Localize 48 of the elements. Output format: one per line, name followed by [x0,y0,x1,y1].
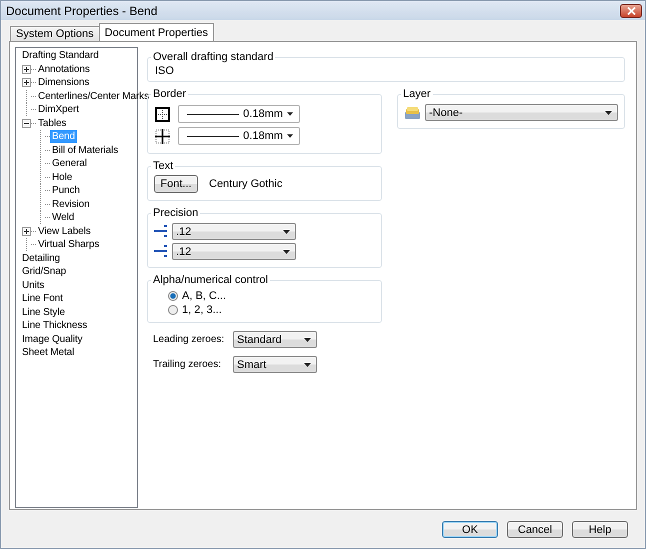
tree-item[interactable]: Grid/Snap [20,265,68,278]
window-title: Document Properties - Bend [6,4,158,18]
group-title: Precision [152,207,200,219]
tree-item[interactable]: Drafting Standard [20,49,101,62]
precision-dropdown[interactable]: .12 [172,243,296,260]
tree-item[interactable]: Image Quality [20,332,84,346]
tree-item[interactable]: Dimensions [36,76,92,90]
tree-item[interactable]: Annotations [36,62,92,76]
precision-dropdown[interactable]: .12 [172,223,296,240]
tree-item[interactable]: DimXpert [36,103,81,116]
tree-item[interactable]: Line Thickness [20,319,90,332]
tab[interactable]: System Options [10,26,100,41]
tree-item[interactable]: Virtual Sharps [36,238,102,252]
field-label: Trailing zeroes: [153,359,222,370]
tab[interactable]: Document Properties [98,23,214,41]
zeroes-dropdown[interactable]: Smart [233,356,317,373]
layer-dropdown[interactable]: -None- [425,104,618,121]
dialog-button[interactable]: Cancel [507,521,563,538]
tree-item[interactable]: View Labels [36,224,93,238]
tree-item[interactable]: Detailing [20,252,62,265]
tree-item[interactable]: General [50,157,89,170]
dialog-button[interactable]: OK [442,521,498,538]
tree-item[interactable]: Bill of Materials [50,144,120,157]
tree-item[interactable]: Units [20,278,46,292]
group-title: Alpha/numerical control [152,274,269,286]
group-title: Layer [402,88,432,100]
radio-label: 1, 2, 3... [182,304,222,316]
group-title: Overall drafting standard [152,51,274,63]
tree-item[interactable]: Line Font [20,292,65,306]
tree-item[interactable]: Hole [50,170,74,184]
font-name: Century Gothic [209,178,282,190]
tree-item[interactable]: Weld [50,211,76,224]
font-button[interactable]: Font... [154,175,198,193]
tree-item[interactable]: Centerlines/Center Marks [36,90,151,103]
line-weight-dropdown[interactable]: 0.18mm [178,105,300,123]
dialog-button[interactable]: Help [572,521,628,538]
tree-item[interactable]: Punch [50,184,82,198]
tree-item[interactable]: Tables [36,116,68,130]
tree-item[interactable]: Revision [50,198,92,211]
group-title: Border [152,88,188,100]
radio-label: A, B, C... [182,290,226,302]
standard-value: ISO [154,65,175,77]
line-weight-dropdown[interactable]: 0.18mm [178,127,300,145]
group-title: Text [152,160,174,172]
tree-item[interactable]: Sheet Metal [20,346,76,360]
field-label: Leading zeroes: [153,334,226,345]
zeroes-dropdown[interactable]: Standard [233,331,317,348]
tree-item[interactable]: Line Style [20,306,67,319]
